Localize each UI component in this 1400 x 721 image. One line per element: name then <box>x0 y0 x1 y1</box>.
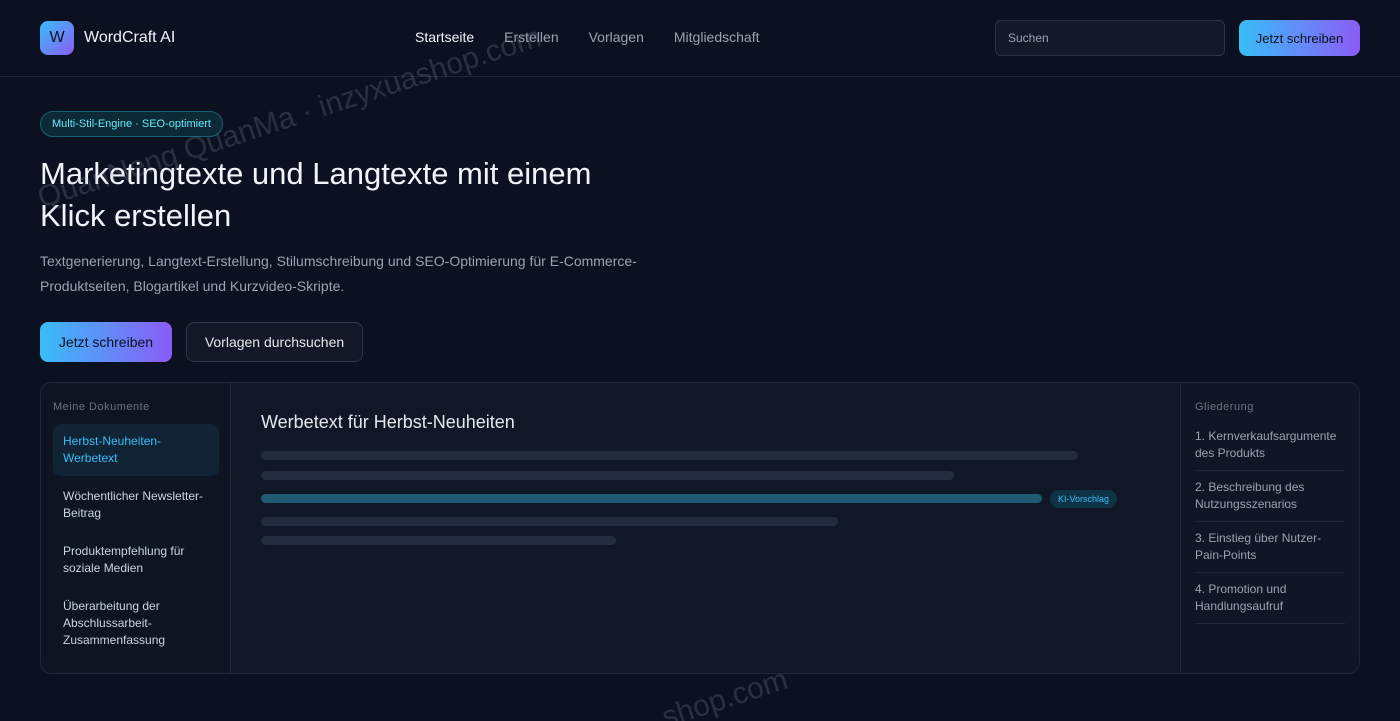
document-item-active[interactable]: Herbst-Neuheiten-Werbetext <box>53 424 219 476</box>
nav-startseite[interactable]: Startseite <box>415 29 474 45</box>
nav-vorlagen[interactable]: Vorlagen <box>589 29 644 45</box>
documents-title: Meine Dokumente <box>53 401 150 413</box>
outline-item[interactable]: 1. Kernverkaufsargumente des Produkts <box>1195 428 1345 471</box>
editor-preview: Meine Dokumente Herbst-Neuheiten-Werbete… <box>40 382 1360 674</box>
outline-item[interactable]: 4. Promotion und Handlungsaufruf <box>1195 581 1345 624</box>
ai-suggested-line[interactable] <box>261 494 1042 503</box>
hero-subtitle: Textgenerierung, Langtext-Erstellung, St… <box>40 253 637 294</box>
document-item[interactable]: Überarbeitung der Abschlussarbeit-Zusamm… <box>53 589 219 658</box>
hero-write-button[interactable]: Jetzt schreiben <box>40 322 172 362</box>
outline-sidebar: Gliederung 1. Kernverkaufsargumente des … <box>1180 383 1359 673</box>
brand-name: WordCraft AI <box>84 29 176 46</box>
document-item[interactable]: Produktempfehlung für soziale Medien <box>53 534 219 586</box>
editor-area[interactable]: Werbetext für Herbst-Neuheiten KI-Vorsch… <box>231 383 1180 673</box>
logo[interactable]: W WordCraft AI <box>40 21 175 55</box>
top-navbar: W WordCraft AI Startseite Erstellen Vorl… <box>0 0 1400 77</box>
main-nav: Startseite Erstellen Vorlagen Mitgliedsc… <box>415 29 759 45</box>
text-placeholder-line <box>261 536 616 545</box>
browse-templates-button[interactable]: Vorlagen durchsuchen <box>186 322 363 362</box>
feature-badge: Multi-Stil-Engine · SEO-optimiert <box>40 111 223 137</box>
text-placeholder-line <box>261 471 954 480</box>
hero-title: Marketingtexte und Langtexte mit einem K… <box>40 156 592 233</box>
nav-mitgliedschaft[interactable]: Mitgliedschaft <box>674 29 760 45</box>
document-item[interactable]: Wöchentlicher Newsletter-Beitrag <box>53 479 219 531</box>
text-placeholder-line <box>261 451 1078 460</box>
logo-mark-icon: W <box>40 21 74 55</box>
text-placeholder-line <box>261 517 838 526</box>
outline-list: 1. Kernverkaufsargumente des Produkts 2.… <box>1195 428 1345 632</box>
outline-item[interactable]: 3. Einstieg über Nutzer-Pain-Points <box>1195 530 1345 573</box>
ai-suggestion-chip[interactable]: KI-Vorschlag <box>1050 490 1118 508</box>
nav-erstellen[interactable]: Erstellen <box>504 29 558 45</box>
documents-sidebar: Meine Dokumente Herbst-Neuheiten-Werbete… <box>41 383 231 673</box>
header-write-button[interactable]: Jetzt schreiben <box>1239 20 1360 56</box>
outline-title: Gliederung <box>1195 401 1254 413</box>
document-heading: Werbetext für Herbst-Neuheiten <box>261 412 515 432</box>
documents-list: Herbst-Neuheiten-Werbetext Wöchentlicher… <box>53 424 219 661</box>
outline-item[interactable]: 2. Beschreibung des Nutzungsszenarios <box>1195 479 1345 522</box>
search-input[interactable] <box>995 20 1225 56</box>
